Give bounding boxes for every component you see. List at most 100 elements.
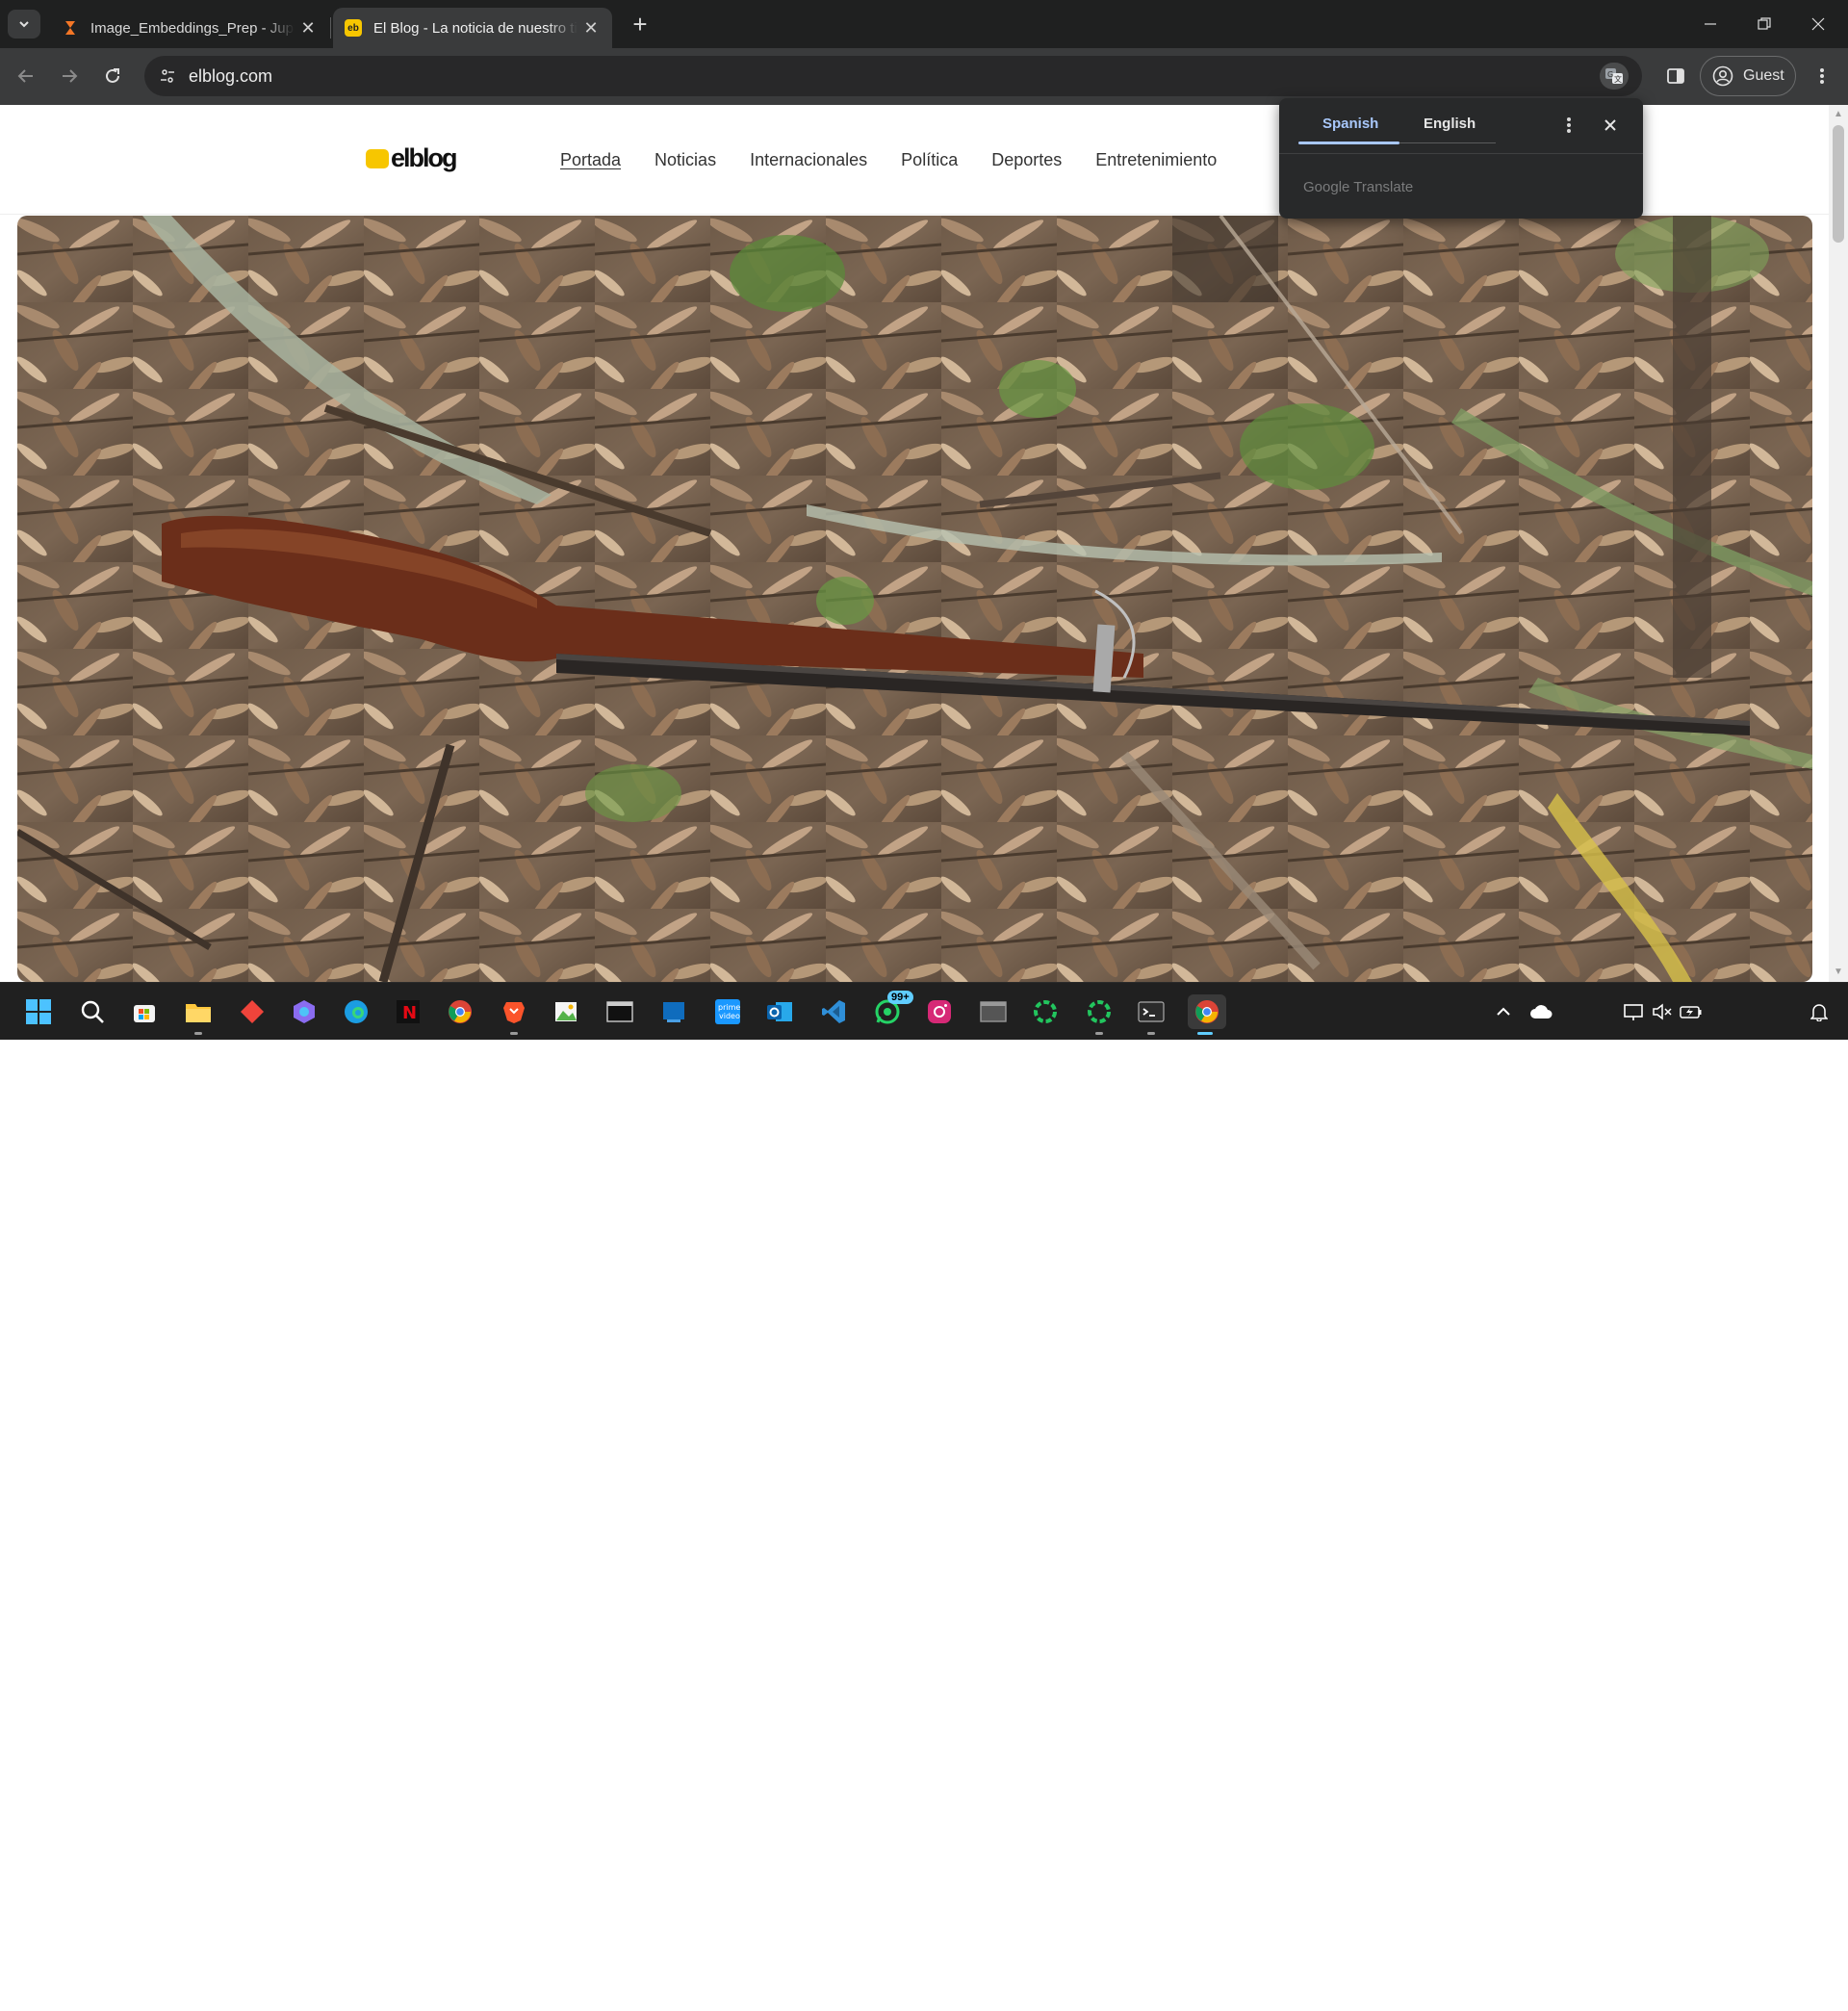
scrollbar-thumb[interactable] [1833,125,1844,243]
nav-item-portada[interactable]: Portada [560,150,621,170]
tab-jupyter[interactable]: Image_Embeddings_Prep - Jupyter ✕ [50,8,329,48]
url-text[interactable]: elblog.com [189,66,272,87]
nav-item-internacionales[interactable]: Internacionales [750,150,867,170]
cloud-icon [1530,1005,1553,1018]
prime-video-app[interactable]: prime video [710,994,745,1029]
more-vert-icon [1820,68,1824,84]
green-ring-app[interactable] [1028,994,1063,1029]
onedrive-button[interactable] [1527,994,1555,1029]
svg-text:N: N [402,1003,417,1023]
page-scrollbar[interactable]: ▲ ▼ [1829,105,1848,982]
running-indicator [194,1032,202,1035]
main-nav: Portada Noticias Internacionales Polític… [560,150,1250,170]
profile-button[interactable]: Guest [1700,56,1796,96]
translate-close-button[interactable] [1597,112,1624,139]
region-code: IN [1583,1995,1597,2010]
copilot-app[interactable] [287,994,321,1029]
scroll-down-icon[interactable]: ▼ [1833,967,1844,978]
green-ring-app-2[interactable] [1082,994,1116,1035]
network-button[interactable] [1621,994,1646,1029]
scroll-up-icon[interactable]: ▲ [1833,109,1844,120]
windows-terminal-app[interactable] [1134,994,1168,1035]
new-tab-button[interactable]: + [626,10,654,39]
running-indicator [510,1032,518,1035]
blue-app[interactable] [656,994,691,1029]
grey-window-app[interactable] [976,994,1011,1029]
notifications-button[interactable] [1806,994,1833,1029]
show-hidden-icons-button[interactable] [1492,994,1515,1029]
chrome-icon [1195,1000,1219,1023]
active-indicator [1197,1032,1213,1035]
minimize-icon [1705,23,1716,25]
source-language-tab[interactable]: Spanish [1322,116,1378,132]
clock[interactable]: 09:10 02-03-2024 [1713,1976,1800,2011]
store-icon [134,1005,155,1022]
close-window-button[interactable] [1792,0,1844,48]
svg-text:G: G [1607,70,1613,79]
restore-icon [1758,17,1771,30]
anydesk-app[interactable] [235,994,270,1029]
whatsapp-app[interactable]: 99+ [870,991,913,1029]
netflix-icon: N [397,1000,420,1023]
brave-app[interactable] [497,994,531,1035]
nav-item-politica[interactable]: Política [901,150,958,170]
edge-app[interactable] [339,994,373,1029]
image-app[interactable] [549,994,583,1029]
site-info-button[interactable] [154,63,181,90]
restore-button[interactable] [1738,0,1790,48]
minimize-button[interactable] [1684,0,1736,48]
target-language-tab[interactable]: English [1424,116,1476,132]
close-icon [1604,119,1616,131]
instagram-app[interactable] [922,994,957,1029]
terminal-icon [1138,1001,1165,1022]
address-bar[interactable]: elblog.com G文 [144,56,1642,96]
tab-search-button[interactable] [8,10,40,39]
tab-divider [330,17,331,39]
tab-elblog[interactable]: eb El Blog - La noticia de nuestro tiemp… [333,8,612,48]
nav-item-entretenimiento[interactable]: Entretenimiento [1095,150,1217,170]
input-language[interactable]: ENG IN [1569,1976,1611,2011]
vscode-icon [822,1000,845,1023]
hexagon-app-icon [294,1000,315,1023]
outlook-icon [767,1002,792,1021]
nav-item-noticias[interactable]: Noticias [654,150,716,170]
running-indicator [1095,1032,1103,1035]
site-logo[interactable]: elblog [366,143,457,173]
time-text: 09:10 [1739,1977,1774,1993]
battery-charging-icon [1680,1006,1702,1018]
netflix-app[interactable]: N [391,994,425,1029]
store-app[interactable] [127,994,162,1029]
close-tab-icon[interactable]: ✕ [298,18,318,38]
battery-button[interactable] [1679,994,1704,1029]
arrow-right-icon [63,69,78,83]
volume-button[interactable] [1650,994,1675,1029]
vscode-app[interactable] [816,994,851,1029]
browser-menu-button[interactable] [1806,60,1838,92]
console-icon [606,1001,633,1022]
chevron-down-icon [19,21,29,28]
tab-strip: Image_Embeddings_Prep - Jupyter ✕ eb El … [0,0,1848,48]
chrome-app[interactable] [443,994,477,1029]
forward-button[interactable] [53,60,86,92]
translate-brand: Google Translate [1303,179,1414,195]
hero-image[interactable] [17,216,1812,982]
tab-divider-line [1399,142,1496,143]
side-panel-button[interactable] [1659,60,1692,92]
svg-text:video: video [719,1012,740,1020]
file-explorer-app[interactable] [181,994,216,1035]
translate-options-button[interactable] [1555,112,1582,139]
close-tab-icon[interactable]: ✕ [581,18,601,38]
window-icon [980,1001,1007,1022]
terminal-app[interactable] [603,994,637,1029]
translate-popup: Spanish English Google Translate [1279,98,1643,219]
outlook-app[interactable] [762,994,797,1029]
chrome-app-active[interactable] [1188,994,1226,1035]
reload-button[interactable] [96,60,129,92]
start-button[interactable] [21,994,56,1029]
nav-item-deportes[interactable]: Deportes [991,150,1062,170]
back-button[interactable] [10,60,42,92]
tab-title: Image_Embeddings_Prep - Jupyter [90,19,295,37]
translate-icon[interactable]: G文 [1600,63,1629,90]
search-button[interactable] [75,994,110,1029]
language-code: ENG [1575,1977,1605,1993]
